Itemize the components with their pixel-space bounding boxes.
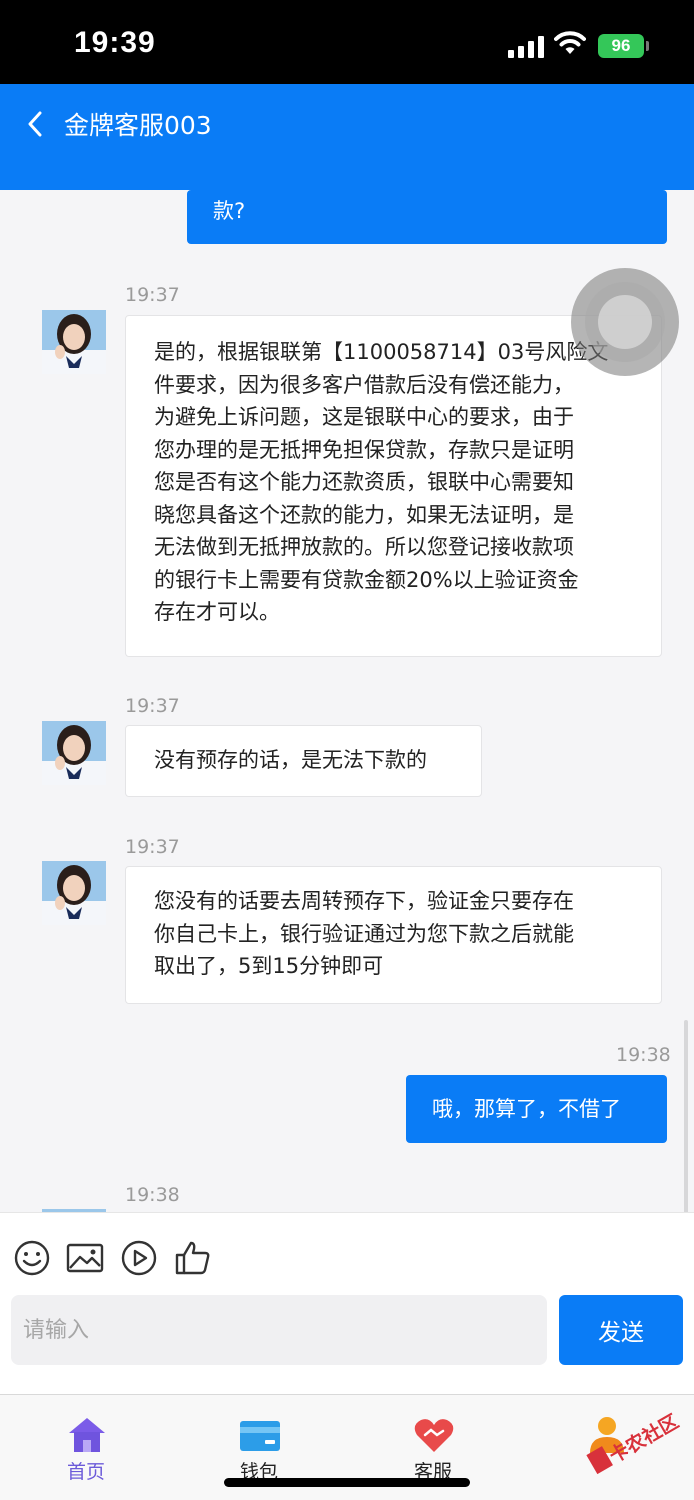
message-line: 为避免上诉问题，这是银联中心的要求，由于: [154, 405, 574, 429]
outgoing-message-bubble[interactable]: 款?: [187, 190, 667, 244]
incoming-message-bubble[interactable]: 您没有的话要去周转预存下，验证金只要存在 你自己卡上，银行验证通过为您下款之后就…: [125, 866, 662, 1004]
message-line: 件要求，因为很多客户借款后没有偿还能力，: [154, 372, 574, 397]
image-icon[interactable]: [66, 1239, 104, 1277]
chat-title: 金牌客服003: [64, 111, 212, 140]
message-line: 您办理的是无抵押免担保贷款，存款只是证明: [154, 437, 574, 462]
agent-avatar[interactable]: [42, 861, 106, 925]
message-line: 没有预存的话，是无法下款的: [154, 748, 427, 772]
customer-service-icon: [414, 1419, 454, 1452]
message-timestamp: 19:37: [125, 695, 180, 717]
message-input[interactable]: [11, 1295, 547, 1365]
agent-avatar[interactable]: [42, 310, 106, 374]
home-indicator: [224, 1478, 470, 1487]
message-line: 晓您具备这个还款的能力，如果无法证明，是: [154, 502, 574, 527]
back-chevron-icon[interactable]: [22, 104, 50, 144]
message-line: 取出了，5到15分钟即可: [154, 954, 384, 978]
agent-avatar[interactable]: [42, 721, 106, 785]
thumbs-up-icon[interactable]: [174, 1239, 212, 1277]
tab-home[interactable]: 首页: [31, 1395, 141, 1500]
incoming-message-bubble[interactable]: 没有预存的话，是无法下款的: [125, 725, 482, 797]
play-icon[interactable]: [120, 1239, 158, 1277]
wifi-icon: [554, 31, 586, 54]
emoji-icon[interactable]: [13, 1239, 51, 1277]
incoming-message-bubble[interactable]: 是的，根据银联第【1100058714】03号风险文 件要求，因为很多客户借款后…: [125, 315, 662, 657]
tab-label: 首页: [66, 1461, 105, 1483]
message-line: 无法做到无抵押放款的。所以您登记接收款项: [154, 535, 574, 559]
scroll-indicator[interactable]: [684, 1020, 688, 1212]
message-timestamp: 19:38: [616, 1044, 671, 1066]
message-line: 的银行卡上需要有贷款金额20%以上验证资金: [154, 567, 579, 592]
home-icon: [69, 1418, 105, 1452]
message-line: 你自己卡上，银行验证通过为您下款之后就能: [154, 921, 574, 946]
send-button[interactable]: 发送: [559, 1295, 683, 1365]
cellular-signal-icon: [508, 34, 544, 58]
status-bar: 19:39 96: [0, 0, 694, 84]
outgoing-message-bubble[interactable]: 哦，那算了，不借了: [406, 1075, 667, 1143]
battery-tip: [646, 41, 649, 51]
battery-level: 96: [611, 36, 631, 55]
message-line: 您是否有这个能力还款资质，银联中心需要知: [154, 470, 574, 494]
message-line: 哦，那算了，不借了: [432, 1097, 621, 1121]
message-line: 您没有的话要去周转预存下，验证金只要存在: [154, 889, 574, 913]
message-line: 存在才可以。: [154, 600, 280, 624]
status-time: 19:39: [74, 26, 156, 59]
message-composer: 发送: [0, 1212, 694, 1394]
assistive-touch-button[interactable]: [571, 268, 679, 376]
message-timestamp: 19:37: [125, 284, 180, 306]
wallet-icon: [240, 1421, 280, 1451]
message-timestamp: 19:38: [125, 1184, 180, 1206]
nav-bar: 金牌客服003: [0, 84, 694, 190]
message-line: 款?: [213, 199, 246, 223]
battery-indicator: 96: [598, 34, 644, 58]
message-line: 是的，根据银联第【1100058714】03号风险文: [154, 340, 609, 364]
message-timestamp: 19:37: [125, 836, 180, 858]
